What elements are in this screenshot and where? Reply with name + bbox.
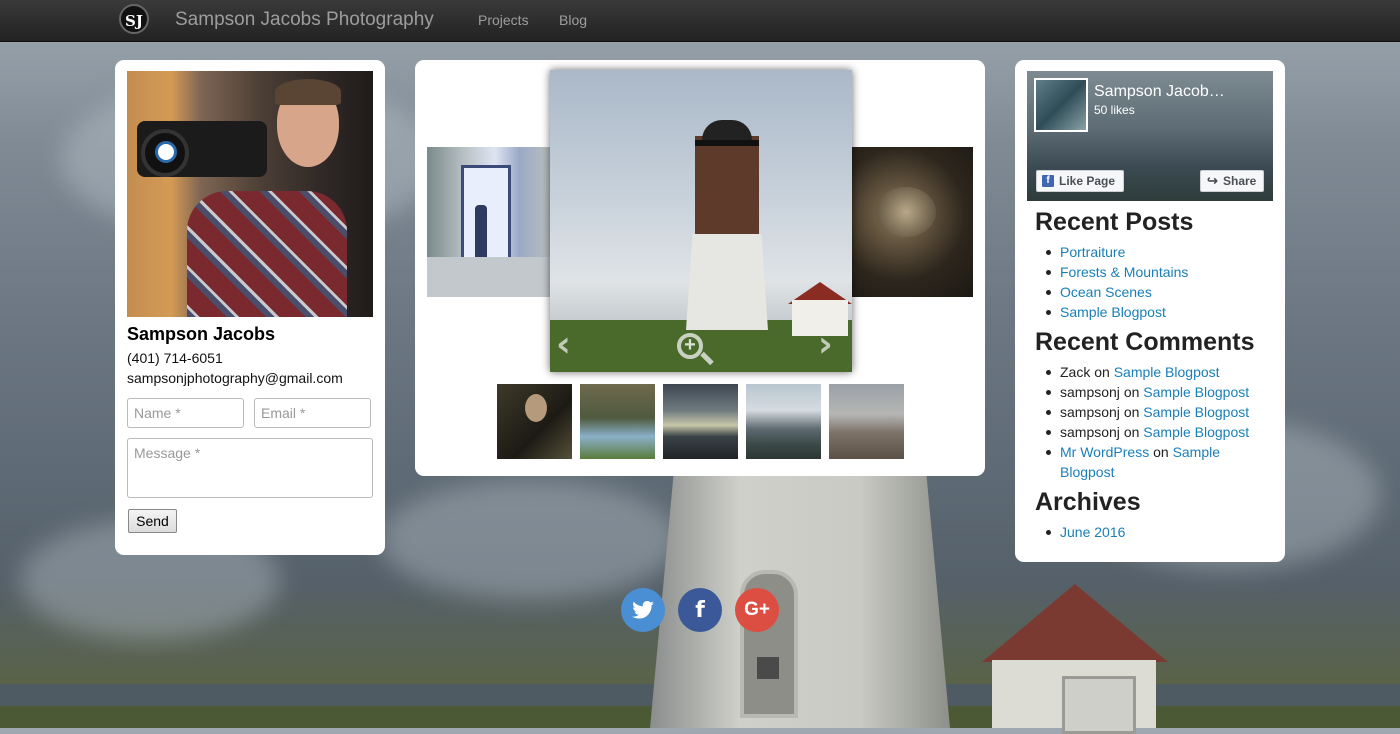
google-plus-icon: G+ (744, 599, 770, 620)
recent-comments-title: Recent Comments (1035, 328, 1255, 356)
comment-author: sampsonj (1060, 384, 1120, 400)
send-button[interactable]: Send (128, 509, 177, 533)
recent-posts-list: Portraiture Forests & Mountains Ocean Sc… (1045, 242, 1188, 322)
door-floor (427, 257, 550, 297)
main-railing (695, 140, 759, 146)
site-brand-link[interactable]: Sampson Jacobs Photography (175, 9, 434, 31)
chevron-right-icon[interactable]: › (818, 324, 833, 365)
list-item: sampsonj on Sample Blogpost (1046, 402, 1270, 422)
gallery-panel: ‹ › + (415, 60, 985, 476)
profile-phone: (401) 714-6051 (127, 350, 223, 366)
twitter-button[interactable] (621, 588, 665, 632)
sidebar-panel: Sampson Jacob… 50 likes f Like Page ↪ Sh… (1015, 60, 1285, 562)
recent-comments-list: Zack on Sample Blogpost sampsonj on Samp… (1046, 362, 1270, 482)
facebook-share-label: Share (1223, 174, 1257, 188)
list-item: Portraiture (1045, 242, 1188, 262)
gallery-thumbnail-5[interactable] (829, 384, 904, 459)
main-tower-base (686, 234, 768, 330)
contact-message-input[interactable] (127, 438, 373, 498)
post-link[interactable]: Portraiture (1060, 244, 1125, 260)
list-item: Mr WordPress on Sample Blogpost (1046, 442, 1270, 482)
bg-house-roof (982, 584, 1168, 662)
profile-email: sampsonjphotography@gmail.com (127, 370, 343, 386)
comment-on: on (1123, 404, 1140, 420)
profile-panel: Sampson Jacobs (401) 714-6051 sampsonjph… (115, 60, 385, 555)
facebook-page-widget: Sampson Jacob… 50 likes f Like Page ↪ Sh… (1027, 71, 1273, 201)
comment-on: on (1123, 384, 1140, 400)
thumb-portrait-face (525, 394, 547, 422)
archive-link[interactable]: June 2016 (1060, 524, 1125, 540)
list-item: sampsonj on Sample Blogpost (1046, 422, 1270, 442)
gallery-next-image[interactable] (850, 147, 973, 297)
nav-link-blog[interactable]: Blog (559, 12, 587, 28)
facebook-icon: f (1042, 175, 1054, 187)
facebook-f-icon: f (695, 598, 705, 623)
contact-name-input[interactable] (127, 398, 244, 428)
door-figure (475, 205, 487, 257)
comment-post-link[interactable]: Sample Blogpost (1143, 384, 1249, 400)
profile-name: Sampson Jacobs (127, 324, 276, 344)
profile-photo (127, 71, 373, 317)
facebook-like-label: Like Page (1059, 174, 1116, 188)
comment-post-link[interactable]: Sample Blogpost (1143, 404, 1249, 420)
twitter-icon (632, 601, 654, 619)
post-link[interactable]: Sample Blogpost (1060, 304, 1166, 320)
site-logo[interactable]: SJ (119, 4, 149, 34)
list-item: June 2016 (1045, 522, 1125, 542)
oyster-shell (876, 187, 936, 237)
bg-cloud (380, 480, 680, 600)
comment-author-link[interactable]: Mr WordPress (1060, 444, 1149, 460)
comment-author: sampsonj (1060, 404, 1120, 420)
chevron-left-icon[interactable]: ‹ (556, 324, 571, 365)
facebook-page-thumbnail[interactable] (1034, 78, 1088, 132)
nav-link-projects[interactable]: Projects (478, 12, 529, 28)
comment-author: Zack (1060, 364, 1091, 380)
photo-lens-badge (155, 141, 177, 163)
list-item: Ocean Scenes (1045, 282, 1188, 302)
comment-author: sampsonj (1060, 424, 1120, 440)
list-item: sampsonj on Sample Blogpost (1046, 382, 1270, 402)
gallery-thumbnail-4[interactable] (746, 384, 821, 459)
google-plus-button[interactable]: G+ (735, 588, 779, 632)
bg-door-vent (757, 657, 779, 679)
facebook-like-button[interactable]: f Like Page (1036, 170, 1124, 192)
photo-shirt (187, 191, 347, 317)
list-item: Sample Blogpost (1045, 302, 1188, 322)
post-link[interactable]: Ocean Scenes (1060, 284, 1152, 300)
bg-garage-door (1062, 676, 1136, 734)
gallery-thumbnail-1[interactable] (497, 384, 572, 459)
main-tower-brick (695, 136, 759, 236)
archives-list: June 2016 (1045, 522, 1125, 542)
facebook-page-name[interactable]: Sampson Jacob… (1094, 83, 1225, 101)
facebook-like-count: 50 likes (1094, 103, 1135, 117)
gallery-main-image[interactable]: ‹ › + (550, 70, 852, 372)
list-item: Forests & Mountains (1045, 262, 1188, 282)
comment-post-link[interactable]: Sample Blogpost (1114, 364, 1220, 380)
gallery-thumbnail-2[interactable] (580, 384, 655, 459)
navbar: SJ Sampson Jacobs Photography Projects B… (0, 0, 1400, 42)
list-item: Zack on Sample Blogpost (1046, 362, 1270, 382)
gallery-thumbnail-3[interactable] (663, 384, 738, 459)
contact-email-input[interactable] (254, 398, 371, 428)
post-link[interactable]: Forests & Mountains (1060, 264, 1188, 280)
facebook-button[interactable]: f (678, 588, 722, 632)
comment-on: on (1094, 364, 1110, 380)
recent-posts-title: Recent Posts (1035, 208, 1194, 236)
photo-hair (275, 79, 341, 105)
facebook-share-button[interactable]: ↪ Share (1200, 170, 1264, 192)
comment-on: on (1123, 424, 1140, 440)
archives-title: Archives (1035, 488, 1141, 516)
comment-on: on (1153, 444, 1169, 460)
share-icon: ↪ (1207, 173, 1218, 188)
comment-post-link[interactable]: Sample Blogpost (1143, 424, 1249, 440)
gallery-prev-image[interactable] (427, 147, 550, 297)
